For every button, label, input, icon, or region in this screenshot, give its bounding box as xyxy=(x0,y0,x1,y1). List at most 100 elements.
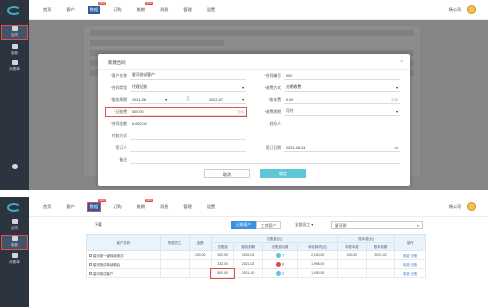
main-nav: 首页 客户 数据 NEW 订购 账期 NEW 消息 管理 设置 xyxy=(41,2,217,14)
new-badge: NEW xyxy=(144,2,153,5)
sidebar-item-contract[interactable]: 合同 xyxy=(2,219,27,232)
modal-title: 新建合同 xyxy=(108,60,126,65)
nav-manage[interactable]: 管理 xyxy=(181,6,193,14)
remark-field[interactable]: 备注 xyxy=(106,156,400,164)
contract-no-field[interactable]: *合同编号 002 xyxy=(260,72,400,80)
record-link[interactable]: 记账 xyxy=(411,254,418,258)
receipt-table: 客户名称 所属员工 金额 记账费(元) 账本费(元) 操作 记账费 服务到期 记… xyxy=(86,234,426,279)
calendar-icon: ▭ xyxy=(394,146,398,150)
service-period-field[interactable]: *服务周期 2021-08 ▾ 至 2022-07 ▾ xyxy=(106,96,246,104)
sign-date-field[interactable]: 签订日期 2021-08-24 ▭ xyxy=(260,144,400,152)
chevron-down-icon: ▾ xyxy=(396,86,398,90)
calendar-icon: ▾ xyxy=(165,98,167,102)
record-link[interactable]: 记账 xyxy=(411,272,418,276)
page-content: 下载 记账客户 工商客户 全部员工 ▾ 星河测 ⌕ 客户名称 所属员工 金额 记账… xyxy=(29,217,488,307)
receipt-panel: 合同 收款 对账单 首页 客户 数据 NEW 订购 账期 NEW 消息 管理 设置 … xyxy=(0,197,488,307)
calendar-icon: ▾ xyxy=(242,98,244,102)
contract-icon xyxy=(11,219,18,224)
table-row[interactable]: 星河测试转续期后 333.00 2021-02 6 1,998.00 收费 记账 xyxy=(86,259,426,269)
tab-bookkeeping-customer[interactable]: 记账客户 xyxy=(231,221,256,229)
chevron-down-icon: ▾ xyxy=(311,223,314,227)
nav-message[interactable]: 消息 xyxy=(158,6,170,14)
bookkeeping-fee-field[interactable]: *记账费 500.00 元/月 xyxy=(105,107,247,117)
close-icon[interactable]: × xyxy=(400,59,403,65)
nav-message[interactable]: 消息 xyxy=(158,203,170,211)
status-dot xyxy=(276,252,282,258)
search-input[interactable]: 星河测 ⌕ xyxy=(331,221,423,229)
highlighted-fee: 500.00 xyxy=(210,267,235,279)
new-contract-modal: 新建合同 × *客户名称 星河测试客户 *合同编号 002 *合同类型 代理记账 ▾ *… xyxy=(98,54,410,186)
chevron-down-icon: ▾ xyxy=(396,110,398,114)
statement-icon xyxy=(11,253,18,258)
top-bar: 首页 客户 数据 NEW 订购 账期 NEW 消息 管理 设置 杨公司 xyxy=(29,197,488,217)
nav-settings[interactable]: 设置 xyxy=(205,203,217,211)
confirm-button[interactable]: 确定 xyxy=(260,169,306,178)
download-button[interactable]: 下载 xyxy=(91,221,105,229)
charge-link[interactable]: 收费 xyxy=(403,254,410,258)
new-badge: NEW xyxy=(98,199,107,202)
table-row[interactable]: 星河测一键转续测试 100.00 300.00 2022-03 7 2,100.… xyxy=(86,250,426,260)
receipt-icon xyxy=(11,236,18,241)
nav-customer[interactable]: 客户 xyxy=(64,6,76,14)
new-badge: NEW xyxy=(98,2,107,5)
charge-cycle-field[interactable]: *收费周期 月付 ▾ xyxy=(260,108,400,116)
new-badge: NEW xyxy=(144,199,153,202)
app-logo xyxy=(7,6,21,15)
app-logo xyxy=(7,203,21,212)
handler-field[interactable]: 经办人 xyxy=(260,120,400,128)
contract-type-field[interactable]: *合同类型 代理记账 ▾ xyxy=(106,84,246,92)
row-checkbox[interactable] xyxy=(89,254,92,258)
nav-data[interactable]: 数据 NEW xyxy=(87,2,107,14)
sidebar-item-service[interactable] xyxy=(2,164,27,177)
search-icon[interactable]: ⌕ xyxy=(417,222,419,230)
contract-panel: 合同 收款 对账单 首页 客户 数据 NEW 订购 账期 NEW 消息 管理 设置 … xyxy=(0,0,488,190)
headset-icon xyxy=(11,164,18,169)
staff-filter[interactable]: 全部员工 ▾ xyxy=(295,221,327,229)
nav-period[interactable]: 账期 NEW xyxy=(135,199,153,211)
nav-data[interactable]: 数据 NEW xyxy=(86,199,107,212)
charge-link[interactable]: 收费 xyxy=(403,263,410,267)
top-bar: 首页 客户 数据 NEW 订购 账期 NEW 消息 管理 设置 杨公司 xyxy=(29,0,488,20)
nav-manage[interactable]: 管理 xyxy=(181,203,193,211)
chevron-down-icon: ▾ xyxy=(242,86,244,90)
row-checkbox[interactable] xyxy=(89,263,92,267)
signer-field[interactable]: 签订人 xyxy=(106,144,246,152)
nav-order[interactable]: 订购 xyxy=(111,203,123,211)
row-checkbox[interactable] xyxy=(89,272,92,276)
payment-method-field[interactable]: 付款方式 xyxy=(106,132,246,140)
sidebar: 合同 收款 对账单 xyxy=(0,0,29,190)
table-row[interactable]: 星河测试客户 500.00 2021-10 2 1,000.00 收费 记账 xyxy=(86,267,426,279)
status-dot xyxy=(276,261,282,267)
sidebar-item-statement[interactable]: 对账单 xyxy=(2,253,27,266)
nav-order[interactable]: 订购 xyxy=(111,6,123,14)
statement-icon xyxy=(11,60,18,65)
account-name: 杨公司 xyxy=(449,6,461,12)
sidebar-item-receipt[interactable]: 收款 xyxy=(2,44,27,57)
customer-field[interactable]: *客户名称 星河测试客户 xyxy=(106,72,246,80)
account-area[interactable]: 杨公司 xyxy=(449,5,476,14)
cancel-button[interactable]: 取消 xyxy=(204,169,250,178)
nav-period[interactable]: 账期 NEW xyxy=(135,2,153,14)
account-name: 杨公司 xyxy=(449,203,461,209)
charge-link[interactable]: 收费 xyxy=(403,272,410,276)
sidebar-item-receipt[interactable]: 收款 xyxy=(1,235,28,250)
sidebar-item-statement[interactable]: 对账单 xyxy=(2,60,27,73)
book-fee-field[interactable]: *账本费 0.00 元/年 xyxy=(260,96,400,104)
record-link[interactable]: 记账 xyxy=(411,263,418,267)
avatar[interactable] xyxy=(467,5,476,14)
charge-method-field[interactable]: *收费方式 分期收费 ▾ xyxy=(260,84,400,92)
nav-home[interactable]: 首页 xyxy=(41,203,53,211)
nav-customer[interactable]: 客户 xyxy=(64,203,76,211)
nav-settings[interactable]: 设置 xyxy=(205,6,217,14)
contract-amount-field[interactable]: *合同金额 6,000.00 xyxy=(106,120,246,128)
sidebar: 合同 收款 对账单 xyxy=(0,197,29,307)
avatar[interactable] xyxy=(467,202,476,211)
main-nav: 首页 客户 数据 NEW 订购 账期 NEW 消息 管理 设置 xyxy=(41,199,217,212)
account-area[interactable]: 杨公司 xyxy=(449,202,476,211)
receipt-icon xyxy=(11,44,18,49)
nav-home[interactable]: 首页 xyxy=(41,6,53,14)
status-dot xyxy=(276,270,282,276)
sidebar-item-contract[interactable]: 合同 xyxy=(1,25,28,40)
tab-business-customer[interactable]: 工商客户 xyxy=(256,221,281,229)
contract-icon xyxy=(11,26,18,31)
